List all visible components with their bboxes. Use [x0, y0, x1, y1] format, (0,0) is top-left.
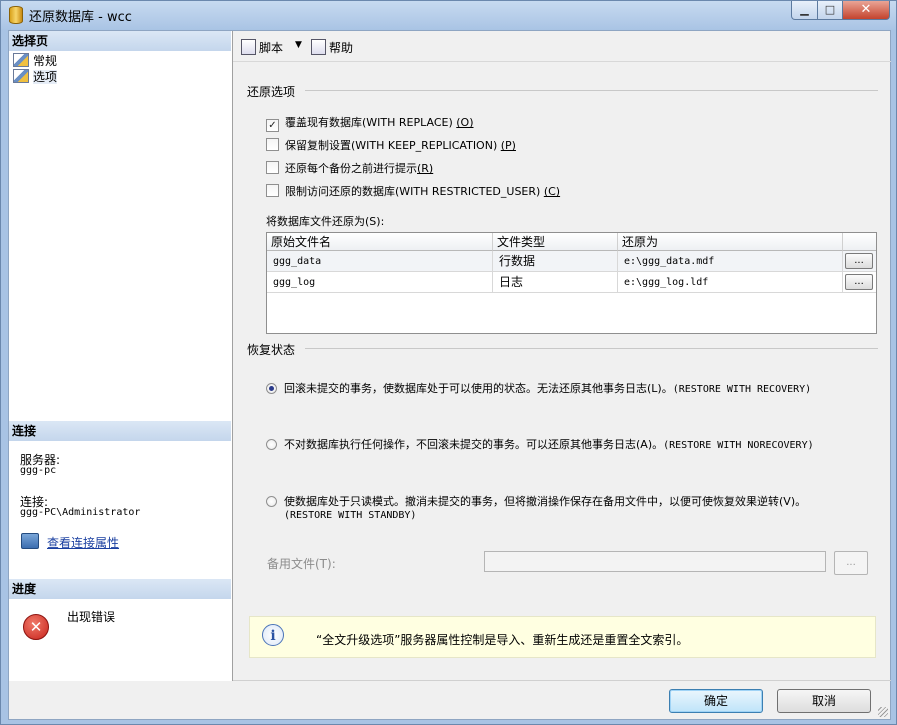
select-page-header: 选择页 — [9, 31, 231, 51]
script-label: 脚本 — [259, 41, 284, 55]
page-icon — [13, 69, 29, 83]
restore-files-grid: 原始文件名 文件类型 还原为 ggg_data 行数据 e:\ggg_data.… — [266, 232, 877, 334]
toolbar: 脚本 ▼ 帮助 — [233, 31, 891, 62]
norecovery-option-text: 不对数据库执行任何操作，不回滚未提交的事务。可以还原其他事务日志(A)。 — [284, 438, 664, 451]
script-dropdown-arrow[interactable]: ▼ — [295, 40, 302, 50]
help-icon — [311, 39, 326, 55]
cell-original[interactable]: ggg_log — [267, 272, 493, 293]
recovery-option-label: 回滚未提交的事务，使数据库处于可以使用的状态。无法还原其他事务日志(L)。(RE… — [284, 382, 811, 397]
restricted-user-checkbox[interactable] — [266, 184, 279, 197]
connection-properties-icon — [21, 533, 39, 549]
error-icon: ✕ — [23, 614, 49, 640]
cell-original[interactable]: ggg_data — [267, 251, 493, 272]
window-title: 还原数据库 - wcc — [29, 10, 132, 25]
restricted-user-accesskey: (C) — [543, 185, 561, 198]
recovery-state-title: 恢复状态 — [247, 343, 296, 357]
maximize-button[interactable]: □ — [817, 1, 843, 20]
cancel-button[interactable]: 取消 — [777, 689, 871, 713]
page-item-general[interactable]: 常规 — [13, 53, 57, 69]
page-icon — [13, 53, 29, 67]
keep-replication-accesskey: (P) — [500, 139, 516, 152]
restore-options-title: 还原选项 — [247, 85, 296, 99]
column-file-type[interactable]: 文件类型 — [493, 233, 618, 251]
column-original-filename[interactable]: 原始文件名 — [267, 233, 493, 251]
keep-replication-label: 保留复制设置(WITH KEEP_REPLICATION) — [285, 139, 498, 152]
browse-data-file-button[interactable]: ... — [845, 253, 873, 269]
recovery-option-sql: (RESTORE WITH RECOVERY) — [672, 384, 812, 395]
page-item-label: 常规 — [33, 54, 58, 68]
overwrite-checkbox[interactable]: ✓ — [266, 119, 279, 132]
info-text: “全文升级选项”服务器属性控制是导入、重新生成还是重置全文索引。 — [316, 633, 689, 647]
dialog-client: 选择页 常规 选项 连接 服务器: ggg-pc 连接: ggg-PC\Admi… — [8, 30, 891, 720]
norecovery-option-sql: (RESTORE WITH NORECOVERY) — [663, 440, 814, 451]
info-icon: i — [262, 624, 284, 646]
help-button[interactable]: 帮助 — [311, 39, 353, 56]
page-item-label: 选项 — [33, 70, 58, 84]
left-pane: 选择页 常规 选项 连接 服务器: ggg-pc 连接: ggg-PC\Admi… — [9, 31, 233, 681]
restore-with-recovery-radio[interactable] — [266, 383, 277, 394]
restricted-user-label: 限制访问还原的数据库(WITH RESTRICTED_USER) — [285, 185, 541, 198]
restricted-user-checkbox-row[interactable]: 限制访问还原的数据库(WITH RESTRICTED_USER) (C) — [266, 184, 560, 200]
overwrite-accesskey: (O) — [456, 116, 474, 129]
cell-restore-as[interactable]: e:\ggg_log.ldf — [618, 272, 843, 293]
progress-header: 进度 — [9, 579, 231, 599]
progress-status: 出现错误 — [67, 610, 116, 624]
standby-option-text: 使数据库处于只读模式。撤消未提交的事务，但将撤消操作保存在备用文件中，以便可使恢… — [284, 495, 807, 508]
column-restore-as[interactable]: 还原为 — [618, 233, 843, 251]
minimize-button[interactable]: ▁ — [791, 1, 818, 20]
server-value: ggg-pc — [20, 465, 57, 476]
help-label: 帮助 — [329, 41, 354, 55]
script-icon — [241, 39, 256, 55]
restore-with-norecovery-radio[interactable] — [266, 439, 277, 450]
prompt-accesskey: (R) — [417, 162, 434, 175]
restore-files-label: 将数据库文件还原为(S): — [266, 215, 385, 228]
keep-replication-checkbox-row[interactable]: 保留复制设置(WITH KEEP_REPLICATION) (P) — [266, 138, 516, 154]
prompt-checkbox-row[interactable]: 还原每个备份之前进行提示(R) — [266, 161, 433, 177]
restore-with-standby-radio[interactable] — [266, 496, 277, 507]
prompt-label: 还原每个备份之前进行提示 — [285, 162, 417, 175]
ok-button[interactable]: 确定 — [669, 689, 763, 713]
restore-database-window: 还原数据库 - wcc ▁ □ ✕ 选择页 常规 选项 连接 服务器: ggg-… — [0, 0, 897, 725]
view-connection-properties-link[interactable]: 查看连接属性 — [47, 534, 119, 551]
close-button[interactable]: ✕ — [842, 1, 890, 20]
connection-header: 连接 — [9, 421, 231, 441]
prompt-checkbox[interactable] — [266, 161, 279, 174]
column-browse — [843, 233, 876, 251]
standby-option-sql: (RESTORE WITH STANDBY) — [284, 510, 417, 521]
page-item-options[interactable]: 选项 — [13, 69, 58, 85]
recovery-state-divider — [305, 348, 878, 349]
standby-file-label: 备用文件(T): — [267, 557, 336, 571]
overwrite-checkbox-row[interactable]: ✓ 覆盖现有数据库(WITH REPLACE) (O) — [266, 115, 474, 132]
norecovery-option-label: 不对数据库执行任何操作，不回滚未提交的事务。可以还原其他事务日志(A)。(RES… — [284, 438, 814, 453]
browse-log-file-button[interactable]: ... — [845, 274, 873, 290]
standby-browse-button[interactable]: ... — [834, 551, 868, 575]
restore-options-divider — [305, 90, 878, 91]
standby-file-input[interactable] — [484, 551, 826, 572]
overwrite-label: 覆盖现有数据库(WITH REPLACE) — [285, 116, 453, 129]
recovery-option-text: 回滚未提交的事务，使数据库处于可以使用的状态。无法还原其他事务日志(L)。 — [284, 382, 673, 395]
script-button[interactable]: 脚本 — [241, 39, 283, 56]
database-icon — [9, 6, 23, 24]
title-bar[interactable]: 还原数据库 - wcc ▁ □ ✕ — [1, 1, 896, 27]
button-separator — [233, 680, 891, 681]
connection-value: ggg-PC\Administrator — [20, 507, 141, 518]
info-banner: i “全文升级选项”服务器属性控制是导入、重新生成还是重置全文索引。 — [249, 616, 876, 658]
cell-type[interactable]: 日志 — [493, 272, 618, 293]
cell-type[interactable]: 行数据 — [493, 251, 618, 272]
keep-replication-checkbox[interactable] — [266, 138, 279, 151]
cell-restore-as[interactable]: e:\ggg_data.mdf — [618, 251, 843, 272]
resize-grip[interactable] — [878, 707, 888, 717]
